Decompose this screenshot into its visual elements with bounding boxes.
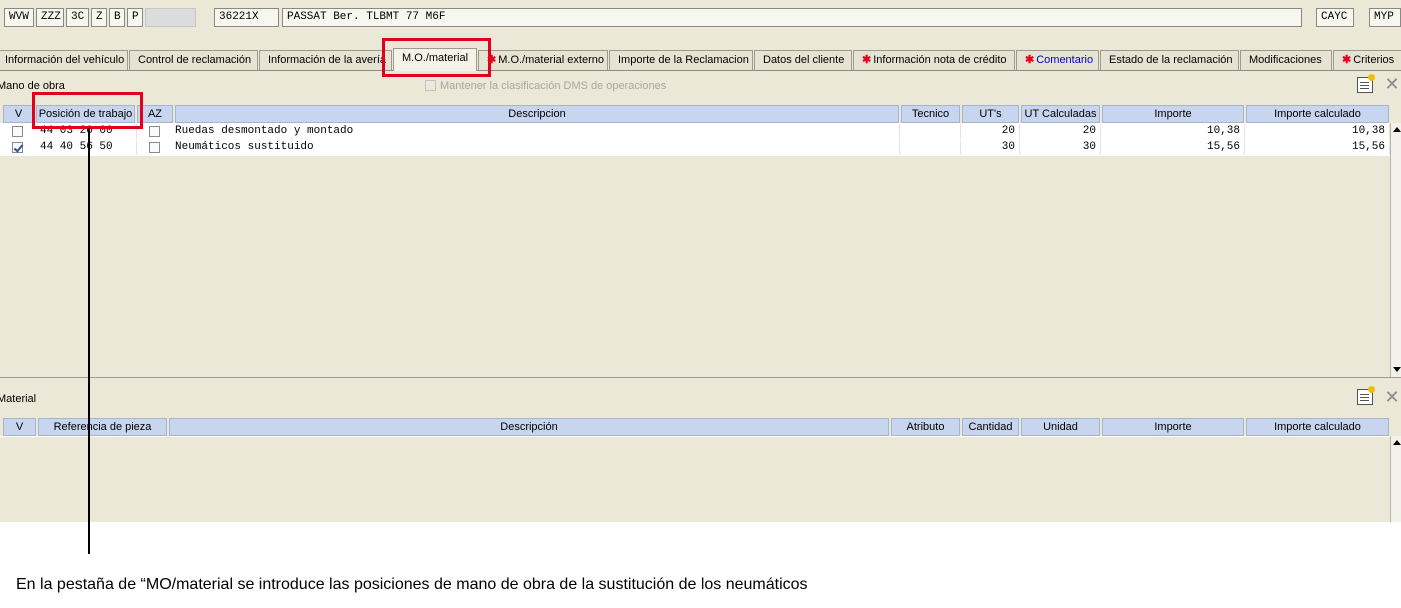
col-quantity[interactable]: Cantidad xyxy=(962,418,1019,436)
col-technician[interactable]: Tecnico xyxy=(901,105,960,123)
technician-cell[interactable] xyxy=(900,124,961,139)
vin-wmi-field[interactable]: WVW xyxy=(4,8,34,27)
tab-claim-status[interactable]: Estado de la reclamación xyxy=(1100,50,1239,70)
vehicle-header: WVW ZZZ 3C Z B P 36221X PASSAT Ber. TLBM… xyxy=(0,0,1401,34)
amount-calculated-cell[interactable]: 10,38 xyxy=(1245,124,1390,139)
amount-calculated-cell[interactable]: 15,56 xyxy=(1245,140,1390,155)
vin-model-field[interactable]: 3C xyxy=(66,8,89,27)
col-part-reference[interactable]: Referencia de pieza xyxy=(38,418,167,436)
ut-calculated-cell[interactable]: 30 xyxy=(1020,140,1101,155)
tab-customer-data[interactable]: Datos del cliente xyxy=(754,50,852,70)
labor-section-title: Mano de obra xyxy=(0,80,65,92)
model-description-field[interactable]: PASSAT Ber. TLBMT 77 M6F xyxy=(282,8,1302,27)
keep-dms-checkbox[interactable] xyxy=(425,80,436,91)
labor-table-empty-area xyxy=(0,156,1390,377)
tab-modifications[interactable]: Modificaciones xyxy=(1240,50,1332,70)
keep-dms-label: Mantener la clasificación DMS de operaci… xyxy=(440,80,667,92)
required-star-icon: ✱ xyxy=(1342,54,1352,66)
vin-year-field[interactable]: B xyxy=(109,8,125,27)
caption-text: En la pestaña de “MO/material se introdu… xyxy=(16,576,808,593)
ut-cell[interactable]: 20 xyxy=(961,124,1020,139)
section-divider xyxy=(0,377,1401,378)
az-checkbox[interactable] xyxy=(149,126,160,137)
tab-external-labor-material[interactable]: ✱ M.O./material externo xyxy=(478,50,608,70)
close-icon[interactable]: ✕ xyxy=(1384,388,1400,406)
col-v[interactable]: V xyxy=(3,418,36,436)
col-amount[interactable]: Importe xyxy=(1102,418,1244,436)
material-scrollbar[interactable] xyxy=(1390,436,1401,522)
claim-window: WVW ZZZ 3C Z B P 36221X PASSAT Ber. TLBM… xyxy=(0,0,1401,522)
gearbox-code-field[interactable]: MYP xyxy=(1369,8,1401,27)
row-select-checkbox[interactable] xyxy=(12,126,23,137)
tab-criteria[interactable]: ✱ Criterios xyxy=(1333,50,1401,70)
az-checkbox[interactable] xyxy=(149,142,160,153)
tab-comment[interactable]: ✱ Comentario xyxy=(1016,50,1099,70)
col-ut-calculated[interactable]: UT Calculadas xyxy=(1021,105,1100,123)
description-cell[interactable]: Ruedas desmontado y montado xyxy=(173,124,900,139)
highlight-tab-box xyxy=(382,38,491,77)
close-icon[interactable]: ✕ xyxy=(1384,75,1400,93)
tab-claim-control[interactable]: Control de reclamación xyxy=(129,50,258,70)
new-document-icon[interactable] xyxy=(1357,74,1375,93)
amount-cell[interactable]: 15,56 xyxy=(1101,140,1245,155)
ut-calculated-cell[interactable]: 20 xyxy=(1020,124,1101,139)
callout-line xyxy=(88,128,90,554)
vin-plant-field[interactable]: P xyxy=(127,8,143,27)
engine-code-field[interactable]: CAYC xyxy=(1316,8,1354,27)
model-code-field[interactable]: 36221X xyxy=(214,8,279,27)
col-amount-calculated[interactable]: Importe calculado xyxy=(1246,418,1389,436)
col-amount[interactable]: Importe xyxy=(1102,105,1244,123)
col-amount-calculated[interactable]: Importe calculado xyxy=(1246,105,1389,123)
new-document-icon[interactable] xyxy=(1357,386,1375,405)
col-v[interactable]: V xyxy=(3,105,34,123)
vin-serial-field[interactable] xyxy=(145,8,196,27)
scroll-up-icon[interactable] xyxy=(1393,127,1401,132)
col-ut[interactable]: UT's xyxy=(962,105,1019,123)
description-cell[interactable]: Neumáticos sustituido xyxy=(173,140,900,155)
vin-z-field[interactable]: Z xyxy=(91,8,107,27)
row-select-checkbox[interactable] xyxy=(12,142,23,153)
highlight-column-box xyxy=(32,92,143,129)
col-attribute[interactable]: Atributo xyxy=(891,418,960,436)
labor-table: V Posición de trabajo AZ Descripcion Tec… xyxy=(0,104,1390,377)
technician-cell[interactable] xyxy=(900,140,961,155)
scroll-down-icon[interactable] xyxy=(1393,367,1401,372)
material-section-title: Material xyxy=(0,393,37,405)
col-unit[interactable]: Unidad xyxy=(1021,418,1100,436)
required-star-icon: ✱ xyxy=(862,54,872,66)
vin-filler-field[interactable]: ZZZ xyxy=(36,8,64,27)
table-row[interactable]: 44 40 56 50 Neumáticos sustituido 30 30 … xyxy=(0,140,1390,155)
tab-strip: Información del vehículo Control de recl… xyxy=(0,48,1401,71)
tab-claim-amount[interactable]: Importe de la Reclamacion xyxy=(609,50,753,70)
table-row[interactable]: 44 03 20 00 Ruedas desmontado y montado … xyxy=(0,124,1390,139)
material-table: V Referencia de pieza Descripción Atribu… xyxy=(0,417,1390,522)
tab-vehicle-info[interactable]: Información del vehículo xyxy=(0,50,128,70)
material-table-header: V Referencia de pieza Descripción Atribu… xyxy=(0,417,1390,436)
material-table-empty-area xyxy=(0,437,1390,522)
tab-credit-note-info[interactable]: ✱ Información nota de crédito xyxy=(853,50,1015,70)
labor-table-header: V Posición de trabajo AZ Descripcion Tec… xyxy=(0,104,1390,123)
col-description[interactable]: Descripcion xyxy=(175,105,899,123)
scroll-up-icon[interactable] xyxy=(1393,440,1401,445)
col-description[interactable]: Descripción xyxy=(169,418,889,436)
required-star-icon: ✱ xyxy=(1025,54,1035,66)
labor-scrollbar[interactable] xyxy=(1390,123,1401,377)
amount-cell[interactable]: 10,38 xyxy=(1101,124,1245,139)
ut-cell[interactable]: 30 xyxy=(961,140,1020,155)
tab-damage-info[interactable]: Información de la avería xyxy=(259,50,392,70)
